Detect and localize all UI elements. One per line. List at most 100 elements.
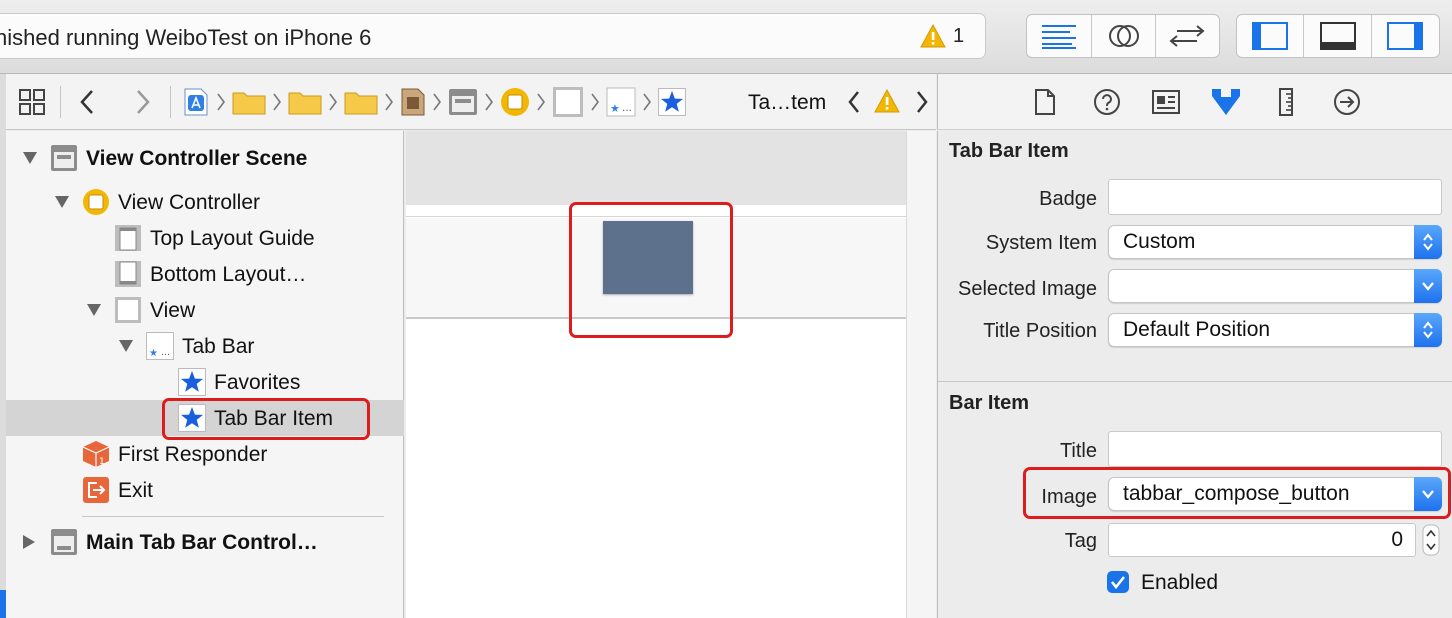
assistant-editor-icon[interactable]: [1092, 15, 1156, 57]
chevron-right-icon: [642, 91, 652, 113]
badge-label: Badge: [1039, 188, 1097, 210]
navigator-panel-icon[interactable]: [1237, 15, 1305, 57]
outline-item-view-controller[interactable]: View Controller: [6, 184, 404, 220]
disclosure-triangle-open-icon[interactable]: [54, 195, 70, 209]
enabled-checkbox[interactable]: [1106, 570, 1130, 594]
outline-item-label: Favorites: [214, 371, 301, 394]
editor-mode-segmented: [1026, 14, 1220, 58]
title-label: Title: [1059, 440, 1097, 462]
forward-icon[interactable]: [134, 88, 152, 116]
outline-item-top-layout-guide[interactable]: Top Layout Guide: [6, 220, 404, 256]
chevron-right-icon: [432, 91, 442, 113]
back-icon[interactable]: [78, 88, 96, 116]
standard-editor-icon[interactable]: [1027, 15, 1093, 57]
outline-item-favorites[interactable]: Favorites: [6, 364, 404, 400]
chevron-down-icon[interactable]: [1414, 269, 1442, 303]
title-field[interactable]: [1108, 431, 1442, 467]
storyboard-file-icon[interactable]: [400, 87, 426, 117]
selected-image-label: Selected Image: [958, 278, 1097, 300]
view-panels-segmented: [1236, 14, 1440, 58]
layout-guide-icon: [114, 260, 142, 288]
tab-bar-icon: ★…: [146, 332, 174, 360]
view-icon[interactable]: [552, 86, 584, 118]
size-inspector-icon[interactable]: [1278, 88, 1294, 116]
connections-inspector-icon[interactable]: [1333, 88, 1361, 116]
canvas-gutter: [906, 131, 936, 618]
scene-icon: [50, 528, 78, 556]
related-items-icon[interactable]: [18, 88, 46, 116]
outline-item-view[interactable]: View: [6, 292, 404, 328]
svg-text:…: …: [161, 348, 170, 358]
file-inspector-icon[interactable]: [1034, 88, 1056, 116]
tab-bar-item-icon: [178, 368, 206, 396]
disclosure-triangle-open-icon[interactable]: [86, 303, 102, 317]
outline-item-bottom-layout-guide[interactable]: Bottom Layout…: [6, 256, 404, 292]
outline-item-tab-bar[interactable]: ★… Tab Bar: [6, 328, 404, 364]
attributes-inspector-icon[interactable]: [1210, 86, 1242, 118]
outline-item-label: Exit: [118, 479, 154, 502]
outline-item-view-controller-scene[interactable]: View Controller Scene: [6, 140, 404, 176]
jump-bar: ★… Ta…tem: [6, 74, 936, 130]
activity-status-bar: nished running WeiboTest on iPhone 6 1: [0, 13, 986, 59]
identity-inspector-icon[interactable]: [1152, 90, 1180, 114]
outline-item-label: Main Tab Bar Control…: [86, 531, 318, 554]
tab-bar-icon[interactable]: ★…: [606, 87, 636, 117]
next-issue-icon[interactable]: [914, 88, 930, 116]
tag-label: Tag: [1064, 530, 1097, 552]
section-title-tab-bar-item: Tab Bar Item: [949, 140, 1069, 162]
scene-icon[interactable]: [448, 88, 478, 116]
version-editor-icon[interactable]: [1156, 15, 1219, 57]
storyboard-canvas[interactable]: [406, 131, 906, 618]
enabled-label: Enabled: [1141, 571, 1219, 594]
view-controller-icon: [82, 188, 110, 216]
issue-warning-icon[interactable]: [874, 89, 900, 113]
utilities-panel-icon[interactable]: [1372, 15, 1439, 57]
section-divider: [938, 381, 1452, 382]
badge-field[interactable]: [1108, 179, 1442, 215]
system-item-popup[interactable]: Custom: [1108, 225, 1442, 259]
disclosure-triangle-open-icon[interactable]: [118, 339, 134, 353]
attributes-inspector: Tab Bar Item Badge System Item Custom Se…: [937, 131, 1452, 618]
scene-icon: [50, 144, 78, 172]
title-position-popup[interactable]: Default Position: [1108, 313, 1442, 347]
jump-bar-current-item[interactable]: Ta…tem: [748, 91, 826, 115]
outline-item-main-tab-bar-controller-scene[interactable]: Main Tab Bar Control…: [6, 524, 404, 560]
tag-stepper[interactable]: [1422, 524, 1440, 556]
chevron-right-icon: [216, 91, 226, 113]
svg-text:★: ★: [149, 348, 158, 359]
disclosure-triangle-open-icon[interactable]: [22, 151, 38, 165]
svg-text:★: ★: [610, 102, 620, 115]
tab-bar-item-icon[interactable]: [658, 88, 686, 116]
outline-item-label: Bottom Layout…: [150, 263, 307, 286]
project-icon[interactable]: [182, 87, 210, 117]
folder-icon[interactable]: [232, 89, 266, 115]
exit-icon: [82, 476, 110, 504]
debug-panel-icon[interactable]: [1304, 15, 1372, 57]
document-outline: View Controller Scene View Controller To…: [6, 131, 404, 618]
first-responder-icon: 1: [82, 440, 110, 468]
stepper-arrows-icon: [1414, 225, 1442, 259]
svg-text:1: 1: [99, 457, 105, 467]
tag-field[interactable]: 0: [1108, 523, 1416, 557]
title-position-label: Title Position: [983, 320, 1097, 342]
view-controller-icon[interactable]: [500, 87, 530, 117]
previous-issue-icon[interactable]: [846, 88, 862, 116]
outline-item-label: First Responder: [118, 443, 268, 466]
chevron-right-icon: [590, 91, 600, 113]
outline-item-label: View: [150, 299, 196, 322]
inspector-selector-bar: [937, 74, 1452, 130]
quick-help-icon[interactable]: [1093, 88, 1121, 116]
outline-item-exit[interactable]: Exit: [6, 472, 404, 508]
outline-item-label: View Controller Scene: [86, 147, 308, 170]
system-item-label: System Item: [985, 232, 1097, 254]
disclosure-triangle-closed-icon[interactable]: [22, 534, 36, 550]
view-icon: [114, 296, 142, 324]
highlight-box: [1023, 467, 1451, 519]
section-title-bar-item: Bar Item: [949, 392, 1030, 414]
selected-image-combo[interactable]: [1108, 269, 1442, 303]
outline-item-first-responder[interactable]: 1 First Responder: [6, 436, 404, 472]
warning-icon[interactable]: [920, 24, 946, 48]
folder-icon[interactable]: [344, 89, 378, 115]
canvas-scene-background: [406, 131, 906, 205]
folder-icon[interactable]: [288, 89, 322, 115]
